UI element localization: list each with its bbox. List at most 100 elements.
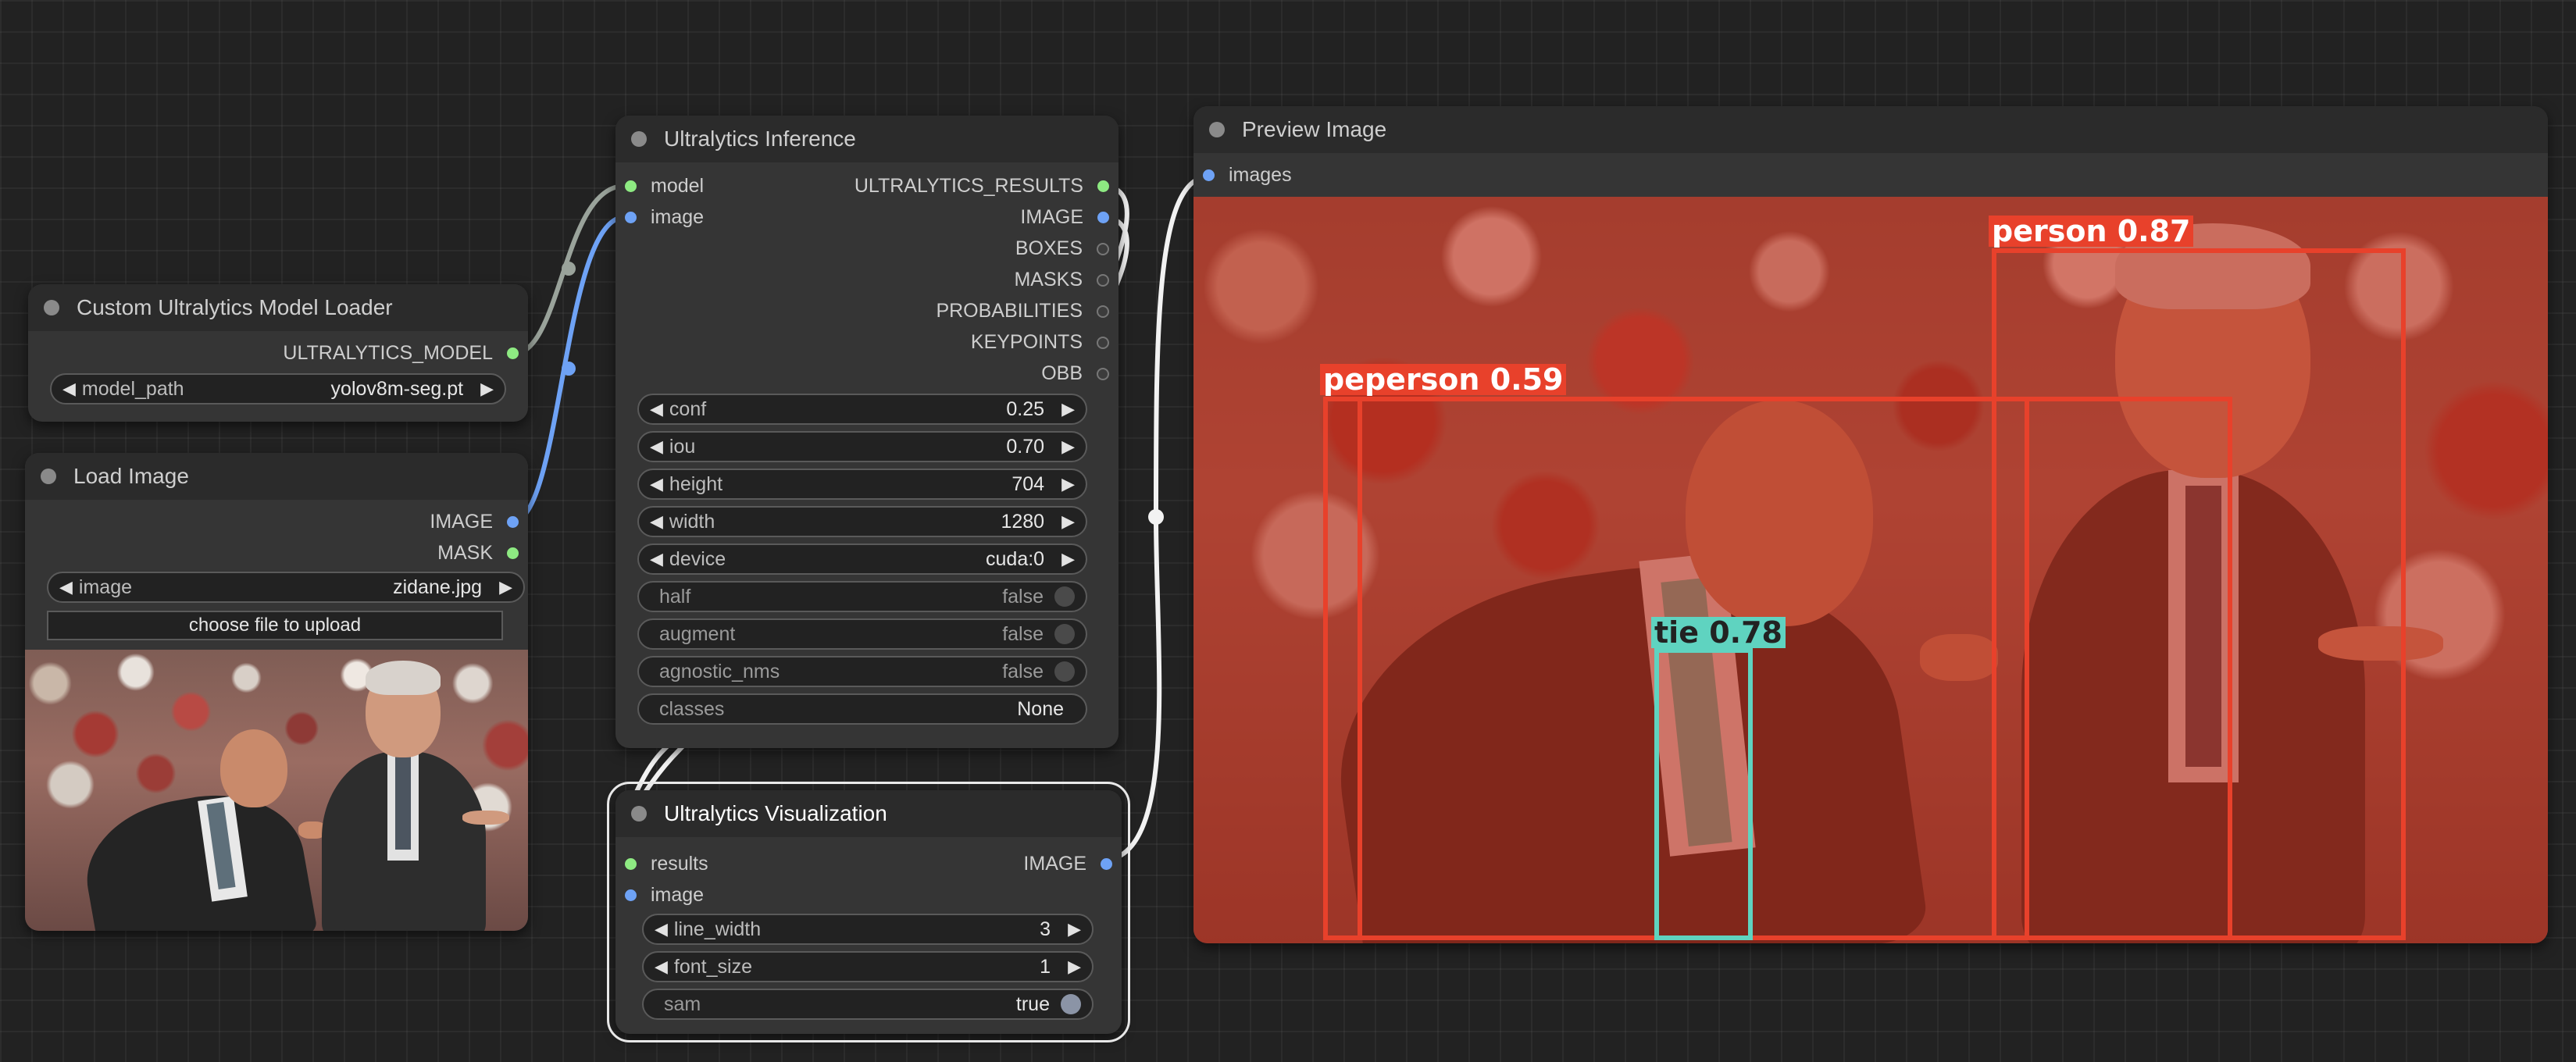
sam-toggle[interactable]: sam true xyxy=(642,989,1094,1020)
arrow-right-icon[interactable]: ▶ xyxy=(1068,919,1081,939)
load-image-node[interactable]: Load Image IMAGE MASK ◀ image zidane.jpg… xyxy=(25,453,528,931)
input-results[interactable]: results xyxy=(625,853,708,875)
model-path-combo[interactable]: ◀ model_path yolov8m-seg.pt ▶ xyxy=(50,373,506,404)
blue-slot-dot-icon[interactable] xyxy=(625,212,637,223)
input-image[interactable]: image xyxy=(625,206,704,229)
arrow-left-icon[interactable]: ◀ xyxy=(650,399,663,419)
arrow-right-icon[interactable]: ▶ xyxy=(1061,549,1075,569)
arrow-left-icon[interactable]: ◀ xyxy=(650,474,663,494)
input-images[interactable]: images xyxy=(1203,164,1292,187)
green-slot-dot-icon[interactable] xyxy=(625,180,637,192)
widget-value: true xyxy=(1015,993,1050,1015)
output-ultralytics-results[interactable]: ULTRALYTICS_RESULTS xyxy=(855,175,1109,198)
toggle-knob-icon[interactable] xyxy=(1054,661,1075,682)
width-number-widget[interactable]: ◀ width 1280 ▶ xyxy=(637,506,1087,537)
slot-label: MASKS xyxy=(1014,269,1083,290)
detection-box-tie xyxy=(1654,648,1753,940)
device-combo[interactable]: ◀ device cuda:0 ▶ xyxy=(637,543,1087,575)
augment-toggle[interactable]: augment false xyxy=(637,618,1087,650)
output-keypoints[interactable]: KEYPOINTS xyxy=(971,331,1109,354)
output-mask[interactable]: MASK xyxy=(437,542,519,565)
node-header[interactable]: Ultralytics Inference xyxy=(615,116,1119,162)
widget-label: width xyxy=(669,510,715,533)
widget-label: sam xyxy=(664,993,701,1015)
arrow-left-icon[interactable]: ◀ xyxy=(59,577,73,597)
slot-label: model xyxy=(651,175,705,197)
link-model xyxy=(512,184,626,357)
output-masks[interactable]: MASKS xyxy=(1014,269,1109,291)
gray-slot-dot-icon[interactable] xyxy=(1097,242,1109,255)
output-obb[interactable]: OBB xyxy=(1041,362,1109,385)
input-image[interactable]: image xyxy=(625,884,704,907)
collapse-dot-icon[interactable] xyxy=(631,806,647,821)
widget-value: 0.70 xyxy=(1006,435,1045,458)
output-image[interactable]: IMAGE xyxy=(430,511,519,533)
conf-number-widget[interactable]: ◀ conf 0.25 ▶ xyxy=(637,394,1087,425)
arrow-left-icon[interactable]: ◀ xyxy=(650,437,663,457)
arrow-right-icon[interactable]: ▶ xyxy=(499,577,512,597)
blue-slot-dot-icon[interactable] xyxy=(625,889,637,901)
arrow-right-icon[interactable]: ▶ xyxy=(1061,511,1075,532)
visualization-node[interactable]: Ultralytics Visualization results image … xyxy=(607,782,1130,1042)
arrow-left-icon[interactable]: ◀ xyxy=(655,919,668,939)
arrow-left-icon[interactable]: ◀ xyxy=(650,511,663,532)
arrow-right-icon[interactable]: ▶ xyxy=(1061,399,1075,419)
slot-label: ULTRALYTICS_MODEL xyxy=(283,342,493,364)
arrow-right-icon[interactable]: ▶ xyxy=(1061,474,1075,494)
node-title: Ultralytics Inference xyxy=(664,127,856,151)
collapse-dot-icon[interactable] xyxy=(44,300,59,315)
inference-node[interactable]: Ultralytics Inference model image ULTRAL… xyxy=(615,116,1119,748)
gray-slot-dot-icon[interactable] xyxy=(1097,367,1109,380)
font-size-number-widget[interactable]: ◀ font_size 1 ▶ xyxy=(642,951,1094,982)
arrow-right-icon[interactable]: ▶ xyxy=(480,379,494,399)
slot-label: ULTRALYTICS_RESULTS xyxy=(854,175,1083,197)
upload-button[interactable]: choose file to upload xyxy=(47,611,503,640)
toggle-knob-icon[interactable] xyxy=(1054,586,1075,607)
classes-text-widget[interactable]: classes None xyxy=(637,693,1087,725)
output-probabilities[interactable]: PROBABILITIES xyxy=(936,300,1109,323)
iou-number-widget[interactable]: ◀ iou 0.70 ▶ xyxy=(637,431,1087,462)
image-combo[interactable]: ◀ image zidane.jpg ▶ xyxy=(47,572,525,603)
input-model[interactable]: model xyxy=(625,175,704,198)
blue-slot-dot-icon[interactable] xyxy=(1101,858,1112,870)
node-header[interactable]: Custom Ultralytics Model Loader xyxy=(28,284,528,331)
green-slot-dot-icon[interactable] xyxy=(625,858,637,870)
blue-slot-dot-icon[interactable] xyxy=(1097,212,1109,223)
widget-label: agnostic_nms xyxy=(659,660,780,682)
preview-image-node[interactable]: Preview Image images person 0.87 peperso… xyxy=(1193,106,2548,943)
gray-slot-dot-icon[interactable] xyxy=(1097,273,1109,287)
gray-slot-dot-icon[interactable] xyxy=(1097,336,1109,349)
arrow-left-icon[interactable]: ◀ xyxy=(62,379,76,399)
toggle-knob-icon[interactable] xyxy=(1061,994,1081,1014)
arrow-right-icon[interactable]: ▶ xyxy=(1061,437,1075,457)
height-number-widget[interactable]: ◀ height 704 ▶ xyxy=(637,469,1087,500)
widget-label: half xyxy=(659,585,691,608)
output-boxes[interactable]: BOXES xyxy=(1015,237,1109,260)
node-header[interactable]: Ultralytics Visualization xyxy=(615,790,1122,837)
widget-value: 3 xyxy=(1040,918,1051,940)
arrow-left-icon[interactable]: ◀ xyxy=(650,549,663,569)
widget-value: zidane.jpg xyxy=(393,576,483,598)
agnostic-nms-toggle[interactable]: agnostic_nms false xyxy=(637,656,1087,687)
line-width-number-widget[interactable]: ◀ line_width 3 ▶ xyxy=(642,914,1094,945)
arrow-left-icon[interactable]: ◀ xyxy=(655,957,668,977)
green-slot-dot-icon[interactable] xyxy=(507,347,519,359)
green-slot-dot-icon[interactable] xyxy=(507,547,519,559)
output-image[interactable]: IMAGE xyxy=(1020,206,1109,229)
half-toggle[interactable]: half false xyxy=(637,581,1087,612)
green-slot-dot-icon[interactable] xyxy=(1097,180,1109,192)
collapse-dot-icon[interactable] xyxy=(41,469,56,484)
gray-slot-dot-icon[interactable] xyxy=(1097,305,1109,318)
model-loader-node[interactable]: Custom Ultralytics Model Loader ULTRALYT… xyxy=(28,284,528,422)
output-image[interactable]: IMAGE xyxy=(1023,853,1112,875)
node-header[interactable]: Load Image xyxy=(25,453,528,500)
collapse-dot-icon[interactable] xyxy=(631,131,647,147)
node-header[interactable]: Preview Image xyxy=(1193,106,2548,153)
node-title: Preview Image xyxy=(1242,117,1387,141)
blue-slot-dot-icon[interactable] xyxy=(507,516,519,528)
toggle-knob-icon[interactable] xyxy=(1054,624,1075,644)
arrow-right-icon[interactable]: ▶ xyxy=(1068,957,1081,977)
output-ultralytics-model[interactable]: ULTRALYTICS_MODEL xyxy=(283,342,519,365)
blue-slot-dot-icon[interactable] xyxy=(1203,169,1215,181)
collapse-dot-icon[interactable] xyxy=(1209,122,1225,137)
